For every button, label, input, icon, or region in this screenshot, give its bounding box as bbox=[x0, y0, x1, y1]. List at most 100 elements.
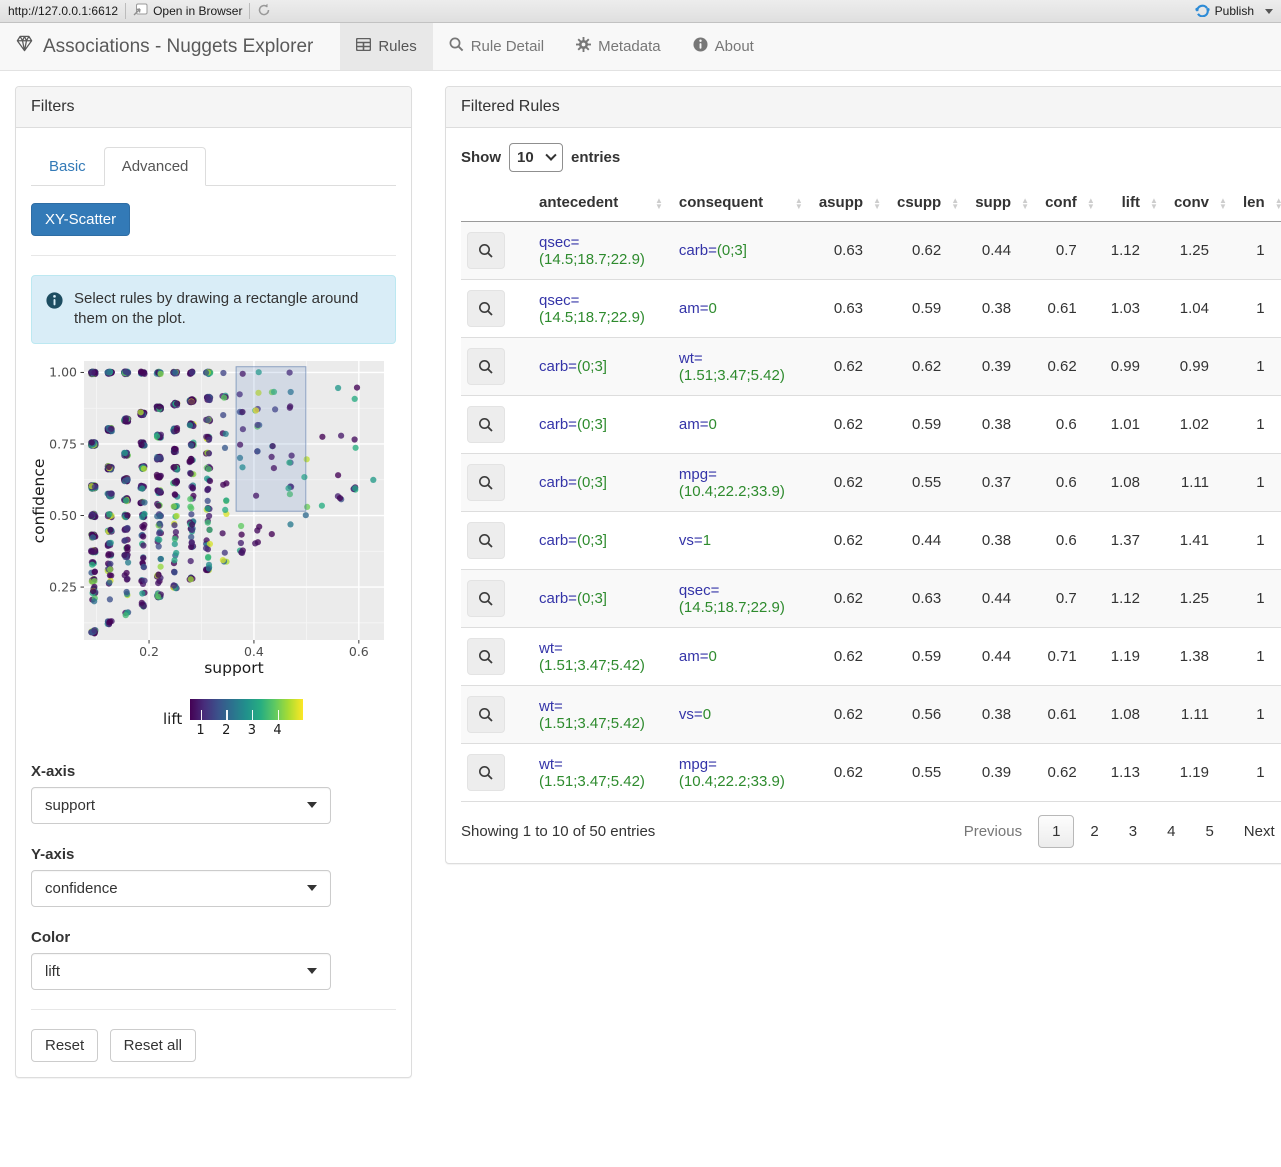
csupp-cell: 0.59 bbox=[912, 300, 942, 317]
rule-attribute: wt= bbox=[539, 639, 563, 657]
pagination-page-1[interactable]: 1 bbox=[1038, 815, 1075, 848]
sort-icons[interactable]: ▲ ▼ bbox=[1087, 196, 1095, 210]
rules-table-body: qsec=(14.5;18.7;22.9) carb=(0;3] 0.63 0.62 0… bbox=[461, 221, 1281, 802]
inspect-rule-button[interactable] bbox=[467, 348, 505, 385]
zoom-cell bbox=[461, 454, 529, 512]
supp-cell: 0.38 bbox=[981, 532, 1012, 549]
rules-table: antecedent ▲ ▼ consequent ▲ ▼ asupp ▲ ▼ csupp ▲ ▼ su… bbox=[461, 186, 1281, 802]
app-brand: Associations - Nuggets Explorer bbox=[0, 23, 328, 70]
tab-about[interactable]: About bbox=[677, 23, 770, 70]
open-in-browser-button[interactable]: Open in Browser bbox=[133, 3, 242, 19]
inspect-rule-button[interactable] bbox=[467, 754, 505, 791]
sort-icons[interactable]: ▲ ▼ bbox=[951, 196, 959, 210]
legend-tick bbox=[277, 709, 280, 720]
sort-icons[interactable]: ▲ ▼ bbox=[873, 196, 881, 210]
table-row: carb=(0;3] vs=1 0.62 0.44 0.38 0.6 1.37 1.41 1 bbox=[461, 511, 1281, 570]
table-row: wt=(1.51;3.47;5.42) am=0 0.62 0.59 0.44 0.71 1… bbox=[461, 627, 1281, 686]
inspect-rule-button[interactable] bbox=[467, 464, 505, 501]
column-header-conf[interactable]: conf ▲ ▼ bbox=[1035, 186, 1101, 222]
column-header-antecedent[interactable]: antecedent ▲ ▼ bbox=[529, 186, 669, 222]
csupp-cell: 0.62 bbox=[912, 358, 942, 375]
refresh-icon[interactable] bbox=[257, 3, 271, 20]
inspect-rule-button[interactable] bbox=[467, 232, 505, 269]
sort-icons[interactable]: ▲ ▼ bbox=[1021, 196, 1029, 210]
inspect-rule-button[interactable] bbox=[467, 638, 505, 675]
sort-icons[interactable]: ▲ ▼ bbox=[1275, 196, 1281, 210]
pagination-next[interactable]: Next bbox=[1230, 815, 1281, 848]
tab-rule-detail[interactable]: Rule Detail bbox=[433, 23, 560, 70]
rule-attribute: am= bbox=[678, 416, 709, 433]
column-header-asupp[interactable]: asupp ▲ ▼ bbox=[808, 186, 888, 222]
reset-button[interactable]: Reset bbox=[31, 1028, 99, 1062]
column-header-supp[interactable]: supp ▲ ▼ bbox=[965, 186, 1036, 222]
pagination-page-4[interactable]: 4 bbox=[1153, 815, 1189, 848]
svg-text:0.75: 0.75 bbox=[49, 436, 77, 451]
tab-metadata[interactable]: Metadata bbox=[560, 23, 677, 70]
conv-cell: 1.19 bbox=[1179, 764, 1209, 781]
inspect-rule-button[interactable] bbox=[467, 580, 505, 617]
pagination-page-5[interactable]: 5 bbox=[1191, 815, 1227, 848]
legend-tick-label: 4 bbox=[273, 722, 282, 738]
rule-value: 0 bbox=[708, 648, 717, 665]
selection-brush[interactable] bbox=[235, 365, 307, 512]
inspect-rule-button[interactable] bbox=[467, 406, 505, 443]
len-cell: 1 bbox=[1256, 474, 1265, 491]
table-row: carb=(0;3] mpg=(10.4;22.2;33.9) 0.62 0.55 0.… bbox=[461, 453, 1281, 512]
x-axis-select[interactable]: support bbox=[31, 786, 331, 824]
sort-icons[interactable]: ▲ ▼ bbox=[1150, 196, 1158, 210]
y-axis-title: confidence bbox=[31, 458, 48, 543]
publish-caret-icon[interactable] bbox=[1265, 8, 1273, 14]
xy-scatter-button[interactable]: XY-Scatter bbox=[31, 203, 131, 236]
reset-all-button[interactable]: Reset all bbox=[109, 1028, 196, 1062]
inspect-rule-button[interactable] bbox=[467, 696, 505, 733]
column-header-csupp[interactable]: csupp ▲ ▼ bbox=[887, 186, 966, 222]
color-select[interactable]: lift bbox=[31, 952, 331, 990]
sort-icons[interactable]: ▲ ▼ bbox=[795, 196, 803, 210]
filters-tabs: Basic Advanced bbox=[31, 147, 396, 186]
rule-attribute: carb= bbox=[539, 590, 577, 607]
conv-cell: 1.11 bbox=[1180, 474, 1209, 491]
len-cell: 1 bbox=[1256, 358, 1265, 375]
inspect-rule-button[interactable] bbox=[467, 522, 505, 559]
consequent-cell: am=0 bbox=[669, 396, 809, 454]
antecedent-cell: carb=(0;3] bbox=[529, 512, 669, 570]
rule-value: (10.4;22.2;33.9) bbox=[678, 772, 785, 790]
inspect-rule-button[interactable] bbox=[467, 290, 505, 327]
sort-icons[interactable]: ▲ ▼ bbox=[1219, 196, 1227, 210]
tab-advanced[interactable]: Advanced bbox=[103, 147, 207, 186]
zoom-cell bbox=[461, 222, 529, 280]
column-header-len[interactable]: len ▲ ▼ bbox=[1232, 186, 1281, 222]
column-header-conv[interactable]: conv ▲ ▼ bbox=[1163, 186, 1233, 222]
column-header-lift[interactable]: lift ▲ ▼ bbox=[1100, 186, 1164, 222]
antecedent-cell: carb=(0;3] bbox=[529, 570, 669, 628]
sort-icons[interactable]: ▲ ▼ bbox=[655, 196, 663, 210]
rule-attribute: carb= bbox=[539, 358, 577, 375]
pagination-page-3[interactable]: 3 bbox=[1115, 815, 1151, 848]
tab-basic[interactable]: Basic bbox=[31, 147, 104, 186]
scatter-plot[interactable]: 0.2 0.4 0.6 0.25 0.50 0.75 1.00 support confid… bbox=[30, 356, 396, 741]
supp-cell: 0.37 bbox=[981, 474, 1012, 491]
rule-attribute: carb= bbox=[539, 416, 577, 433]
zoom-cell bbox=[461, 570, 529, 628]
column-header-consequent[interactable]: consequent ▲ ▼ bbox=[668, 186, 809, 222]
lift-cell: 1.08 bbox=[1110, 474, 1140, 491]
publish-button[interactable]: Publish bbox=[1195, 2, 1281, 20]
rule-attribute: carb= bbox=[678, 242, 717, 259]
y-axis-select[interactable]: confidence bbox=[31, 869, 331, 907]
toolbar-divider bbox=[125, 3, 127, 19]
table-row: wt=(1.51;3.47;5.42) mpg=(10.4;22.2;33.9) 0… bbox=[461, 743, 1281, 802]
chevron-down-icon bbox=[307, 802, 317, 808]
zoom-cell bbox=[461, 512, 529, 570]
rule-value: (10.4;22.2;33.9) bbox=[678, 482, 785, 500]
tab-rules[interactable]: Rules bbox=[340, 23, 433, 70]
page-length-select[interactable]: 10 bbox=[509, 143, 563, 172]
pagination-previous[interactable]: Previous bbox=[950, 815, 1036, 848]
len-cell: 1 bbox=[1256, 242, 1265, 259]
rule-value: (0;3] bbox=[576, 358, 607, 375]
rule-value: (1.51;3.47;5.42) bbox=[539, 656, 645, 674]
legend-tick-label: 3 bbox=[247, 722, 256, 738]
pagination-page-2[interactable]: 2 bbox=[1076, 815, 1112, 848]
info-circle-icon bbox=[46, 292, 63, 315]
asupp-cell: 0.62 bbox=[833, 648, 864, 665]
rule-value: (0;3] bbox=[576, 474, 607, 491]
